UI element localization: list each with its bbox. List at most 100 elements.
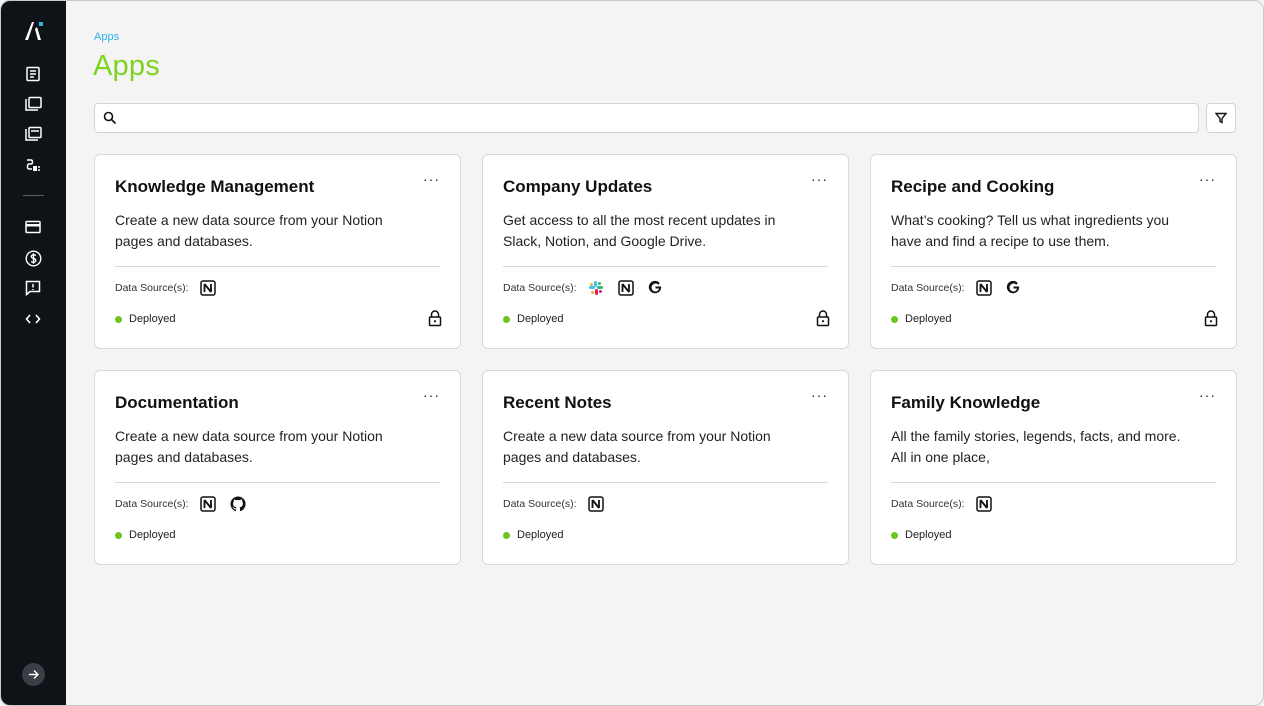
sidebar-item-integrations[interactable] — [23, 155, 43, 175]
slack-icon — [587, 279, 604, 296]
card-description: Get access to all the most recent update… — [503, 212, 776, 249]
app-card[interactable]: Knowledge Management ··· Create a new da… — [94, 154, 461, 349]
data-source-label: Data Source(s): — [891, 282, 965, 294]
arrow-right-icon — [29, 670, 39, 679]
notion-icon — [617, 279, 634, 296]
status-text: Deployed — [517, 529, 564, 541]
card-divider — [891, 482, 1216, 483]
document-icon — [26, 66, 40, 82]
notion-icon — [975, 279, 992, 296]
status-dot — [503, 315, 510, 323]
card-divider — [503, 266, 828, 267]
plug-icon — [26, 159, 40, 171]
notion-icon — [199, 279, 216, 296]
card-divider — [891, 266, 1216, 267]
search-bar[interactable] — [94, 103, 1199, 133]
data-source-icons — [587, 279, 664, 296]
card-title: Recent Notes — [503, 393, 612, 412]
data-source-label: Data Source(s): — [891, 498, 965, 510]
app-card[interactable]: Recipe and Cooking ··· What’s cooking? T… — [870, 154, 1237, 349]
card-title: Family Knowledge — [891, 393, 1041, 412]
google-icon — [1005, 279, 1022, 296]
status-indicator: Deployed — [503, 529, 563, 541]
sidebar — [1, 1, 66, 705]
status-dot — [115, 315, 122, 323]
sidebar-item-feedback[interactable] — [23, 278, 43, 298]
card-divider — [503, 482, 828, 483]
more-options-icon[interactable]: ··· — [1199, 388, 1216, 402]
credit-card-icon — [25, 220, 41, 234]
sidebar-item-sources[interactable] — [23, 124, 43, 144]
data-source-label: Data Source(s): — [503, 498, 577, 510]
status-indicator: Deployed — [503, 313, 563, 325]
main-content: Apps Apps Knowledge Management ··· Creat… — [66, 1, 1263, 705]
sidebar-item-pricing[interactable] — [23, 248, 43, 268]
data-source-label: Data Source(s): — [503, 282, 577, 294]
card-divider — [115, 482, 440, 483]
status-dot — [891, 315, 898, 323]
card-title: Knowledge Management — [115, 177, 315, 196]
sidebar-item-collections[interactable] — [23, 94, 43, 114]
sidebar-item-developer[interactable] — [23, 309, 43, 329]
lock-icon[interactable] — [816, 310, 830, 327]
card-description: All the family stories, legends, facts, … — [891, 428, 1181, 465]
sidebar-item-documents[interactable] — [23, 64, 43, 84]
status-dot — [891, 531, 898, 539]
data-source-icons — [975, 495, 992, 512]
expand-sidebar-button[interactable] — [22, 663, 45, 686]
card-description: What’s cooking? Tell us what ingredients… — [891, 212, 1170, 249]
github-icon — [229, 495, 246, 512]
search-input[interactable] — [123, 108, 1188, 128]
status-indicator: Deployed — [115, 529, 175, 541]
status-indicator: Deployed — [115, 313, 175, 325]
status-text: Deployed — [129, 529, 176, 541]
search-icon — [103, 111, 117, 125]
lock-icon[interactable] — [428, 310, 442, 327]
card-description: Create a new data source from your Notio… — [115, 428, 383, 465]
more-options-icon[interactable]: ··· — [423, 388, 440, 402]
more-options-icon[interactable]: ··· — [811, 172, 828, 186]
sidebar-divider — [23, 195, 44, 196]
app-card[interactable]: Family Knowledge ··· All the family stor… — [870, 370, 1237, 565]
app-card[interactable]: Documentation ··· Create a new data sour… — [94, 370, 461, 565]
more-options-icon[interactable]: ··· — [423, 172, 440, 186]
filter-button[interactable] — [1206, 103, 1236, 133]
card-description: Create a new data source from your Notio… — [503, 428, 771, 465]
notion-icon — [587, 495, 604, 512]
notion-icon — [975, 495, 992, 512]
data-source-icons — [199, 279, 216, 296]
card-title: Documentation — [115, 393, 239, 412]
code-icon — [25, 314, 41, 324]
google-icon — [647, 279, 664, 296]
card-title: Company Updates — [503, 177, 653, 196]
notion-icon — [199, 495, 216, 512]
status-text: Deployed — [905, 529, 952, 541]
app-window: Apps Apps Knowledge Management ··· Creat… — [0, 0, 1264, 706]
card-title: Recipe and Cooking — [891, 177, 1055, 196]
app-card[interactable]: Company Updates ··· Get access to all th… — [482, 154, 849, 349]
filter-icon — [1215, 112, 1227, 124]
breadcrumb[interactable]: Apps — [94, 31, 119, 43]
more-options-icon[interactable]: ··· — [1199, 172, 1216, 186]
folders-alt-icon — [24, 126, 42, 141]
data-source-icons — [199, 495, 246, 512]
status-dot — [115, 531, 122, 539]
card-divider — [115, 266, 440, 267]
folders-icon — [24, 96, 42, 111]
status-text: Deployed — [129, 313, 176, 325]
feedback-icon — [25, 280, 41, 296]
status-indicator: Deployed — [891, 529, 951, 541]
status-text: Deployed — [905, 313, 952, 325]
data-source-label: Data Source(s): — [115, 282, 189, 294]
lock-icon[interactable] — [1204, 310, 1218, 327]
logo-icon[interactable] — [23, 20, 45, 42]
status-text: Deployed — [517, 313, 564, 325]
status-indicator: Deployed — [891, 313, 951, 325]
sidebar-item-billing[interactable] — [23, 217, 43, 237]
app-card[interactable]: Recent Notes ··· Create a new data sourc… — [482, 370, 849, 565]
data-source-icons — [975, 279, 1022, 296]
data-source-label: Data Source(s): — [115, 498, 189, 510]
more-options-icon[interactable]: ··· — [811, 388, 828, 402]
status-dot — [503, 531, 510, 539]
dollar-icon — [24, 249, 42, 267]
